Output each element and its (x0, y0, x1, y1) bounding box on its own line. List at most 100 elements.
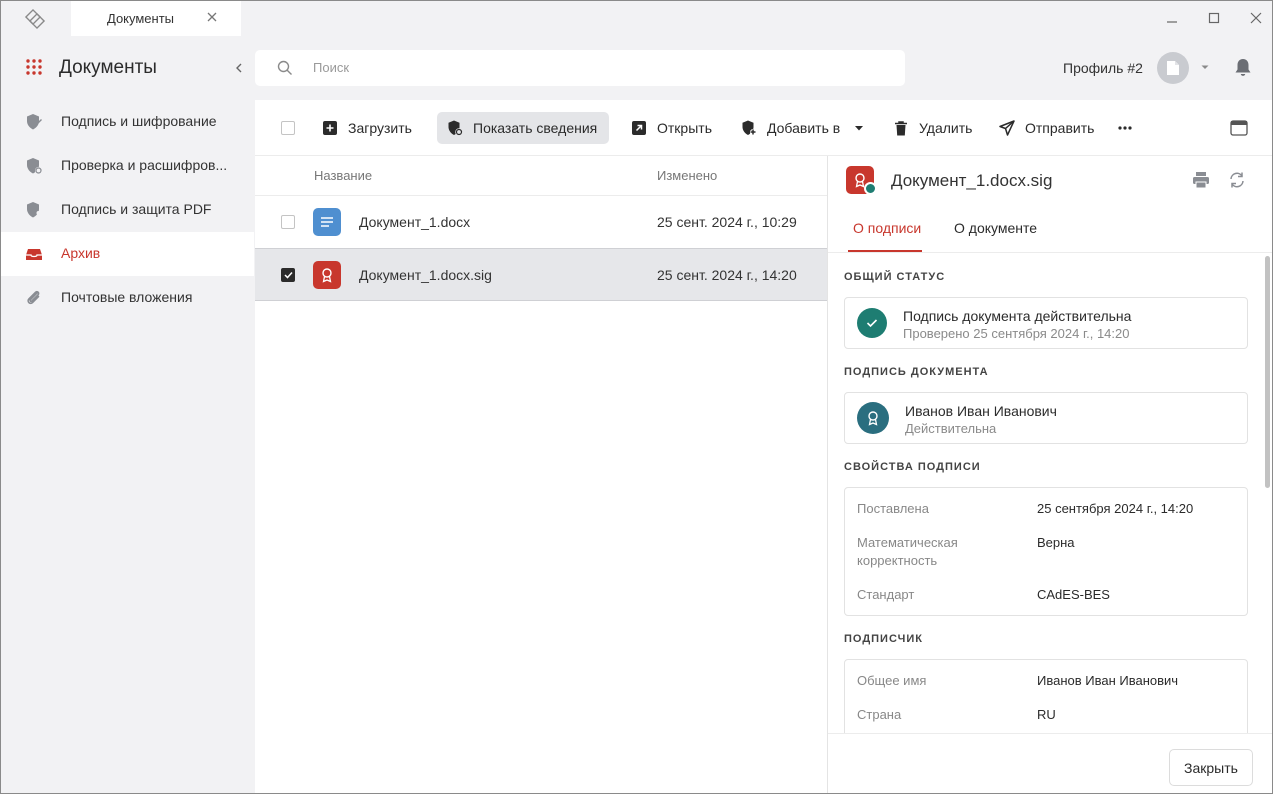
open-button[interactable]: Открыть (621, 112, 724, 144)
sidebar: Документы Подпись и шифрование Проверка … (1, 36, 254, 793)
app-window: Документы Документы Подпись и шифрование… (0, 0, 1273, 794)
collapse-sidebar-icon[interactable] (231, 60, 247, 76)
checkmark-icon (283, 271, 293, 279)
upload-label: Загрузить (348, 120, 412, 136)
signature-file-icon (313, 261, 341, 289)
sidebar-item-label: Почтовые вложения (61, 289, 193, 305)
sidebar-item-sign-encrypt[interactable]: Подпись и шифрование (1, 100, 254, 144)
details-scroll-area[interactable]: ОБЩИЙ СТАТУС Подпись документа действите… (828, 253, 1272, 733)
column-name-header[interactable]: Название (314, 168, 372, 183)
select-all-checkbox[interactable] (281, 121, 295, 135)
sidebar-item-sign-pdf[interactable]: Подпись и защита PDF (1, 188, 254, 232)
profile-label[interactable]: Профиль #2 (1063, 60, 1143, 76)
status-card: Подпись документа действительна Проверен… (844, 297, 1248, 349)
plus-box-icon (322, 120, 338, 136)
check-circle-icon (857, 308, 887, 338)
row-checkbox[interactable] (281, 215, 295, 229)
tab-documents[interactable]: Документы (71, 1, 241, 36)
sidebar-header: Документы (1, 36, 254, 100)
more-horizontal-icon[interactable] (1117, 120, 1133, 136)
details-title: Документ_1.docx.sig (891, 171, 1053, 190)
property-key: Поставлена (857, 501, 929, 516)
sidebar-item-verify-decrypt[interactable]: Проверка и расшифров... (1, 144, 254, 188)
shield-person-icon (27, 202, 42, 218)
apps-grid-icon[interactable] (25, 58, 43, 76)
document-file-icon (313, 208, 341, 236)
avatar-document-icon (1167, 61, 1179, 75)
section-title-document-signature: ПОДПИСЬ ДОКУМЕНТА (844, 366, 989, 378)
sidebar-title: Документы (59, 57, 157, 78)
print-icon[interactable] (1192, 171, 1210, 189)
avatar[interactable] (1157, 52, 1189, 84)
signer-card[interactable]: Иванов Иван Иванович Действительна (844, 392, 1248, 444)
minimize-icon[interactable] (1163, 9, 1181, 27)
shield-refresh-icon (447, 120, 463, 136)
table-row[interactable]: Документ_1.docx 25 сент. 2024 г., 10:29 (255, 196, 827, 249)
property-key: Стандарт (857, 587, 915, 602)
refresh-icon[interactable] (1228, 171, 1246, 189)
signer-name: Иванов Иван Иванович (905, 403, 1057, 419)
app-logo-icon (21, 7, 49, 31)
property-key: Страна (857, 707, 902, 722)
show-details-label: Показать сведения (473, 120, 598, 136)
shield-check-icon (27, 158, 42, 174)
sidebar-item-archive[interactable]: Архив (1, 232, 254, 276)
details-footer: Закрыть (828, 733, 1272, 793)
open-label: Открыть (657, 120, 712, 136)
table-row[interactable]: Документ_1.docx.sig 25 сент. 2024 г., 14… (255, 248, 827, 301)
tab-about-signature[interactable]: О подписи (853, 220, 921, 236)
sidebar-item-label: Архив (61, 245, 101, 261)
section-title-subscriber: ПОДПИСЧИК (844, 633, 923, 645)
property-value: CAdES-BES (1037, 587, 1110, 602)
tab-about-document[interactable]: О документе (954, 220, 1037, 236)
bell-icon[interactable] (1234, 58, 1252, 78)
section-title-general-status: ОБЩИЙ СТАТУС (844, 271, 946, 283)
paper-plane-icon (999, 120, 1015, 136)
title-bar: Документы (1, 1, 1272, 36)
add-to-button[interactable]: Добавить в (731, 112, 876, 144)
status-text: Подпись документа действительна (903, 308, 1132, 324)
search-input[interactable]: Поиск (313, 60, 349, 75)
caret-down-icon (855, 126, 864, 131)
chevron-down-icon[interactable] (1199, 61, 1211, 73)
maximize-icon[interactable] (1205, 9, 1223, 27)
file-name: Документ_1.docx.sig (359, 267, 492, 283)
search-icon (277, 60, 292, 75)
property-key: Математическая корректность (857, 535, 958, 568)
valid-badge-icon (864, 182, 877, 195)
signer-status: Действительна (905, 421, 997, 436)
signature-properties-card: Поставлена 25 сентября 2024 г., 14:20 Ма… (844, 487, 1248, 616)
delete-button[interactable]: Удалить (883, 112, 984, 144)
panel-toggle-icon[interactable] (1230, 120, 1248, 136)
send-label: Отправить (1025, 120, 1095, 136)
shield-pen-icon (27, 114, 42, 130)
sidebar-item-mail-attachments[interactable]: Почтовые вложения (1, 276, 254, 320)
details-scrollbar[interactable] (1265, 256, 1270, 488)
file-name: Документ_1.docx (359, 214, 471, 230)
search-bar[interactable]: Поиск (255, 50, 905, 86)
sidebar-item-label: Подпись и шифрование (61, 113, 217, 129)
file-list: Название Изменено Документ_1.docx 25 сен… (255, 156, 827, 793)
column-modified-header[interactable]: Изменено (657, 168, 717, 183)
property-value: Иванов Иван Иванович (1037, 673, 1179, 688)
subscriber-card: Общее имя Иванов Иван Иванович Страна RU (844, 659, 1248, 733)
tab-title: Документы (107, 11, 175, 26)
send-button[interactable]: Отправить (989, 112, 1106, 144)
row-checkbox[interactable] (281, 268, 295, 282)
trash-icon (893, 120, 909, 136)
show-details-button[interactable]: Показать сведения (437, 112, 610, 144)
window-close-icon[interactable] (1247, 9, 1265, 27)
certificate-icon (857, 402, 889, 434)
details-panel: Документ_1.docx.sig О подписи О документ… (827, 156, 1272, 793)
add-to-label: Добавить в (767, 120, 841, 136)
close-button[interactable]: Закрыть (1169, 749, 1253, 786)
main-content: Загрузить Показать сведения Открыть Доба… (255, 100, 1272, 793)
archive-inbox-icon (26, 249, 42, 260)
upload-button[interactable]: Загрузить (312, 112, 424, 144)
status-checked-at: Проверено 25 сентября 2024 г., 14:20 (903, 326, 1130, 341)
tab-close-icon[interactable] (204, 9, 220, 25)
property-value: 25 сентября 2024 г., 14:20 (1037, 501, 1194, 516)
property-key: Общее имя (857, 673, 927, 688)
property-value: RU (1037, 707, 1056, 722)
open-external-icon (631, 120, 647, 136)
